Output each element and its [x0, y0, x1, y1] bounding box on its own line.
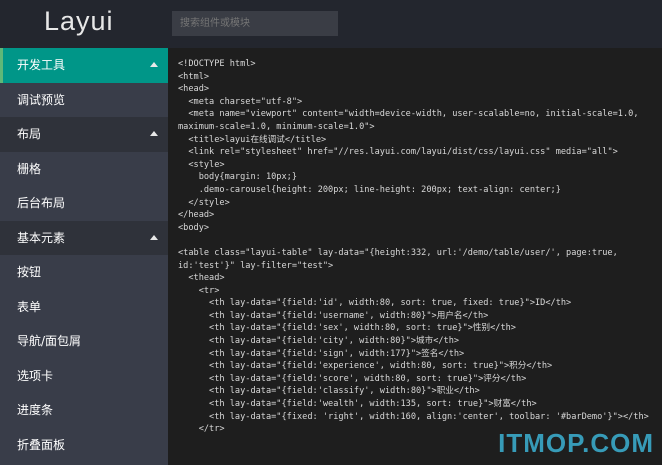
- sidebar-item-label: 开发工具: [17, 58, 66, 72]
- chevron-up-icon: [150, 131, 158, 136]
- chevron-up-icon: [150, 234, 158, 240]
- sidebar-item-label: 基本元素: [17, 230, 66, 245]
- app-logo[interactable]: Layui: [44, 6, 114, 37]
- sidebar-nav: 开发工具调试预览布局栅格后台布局基本元素按钮表单导航/面包屑 选项卡进度条折叠面板: [0, 48, 168, 465]
- sidebar-item-label: 调试预览: [17, 92, 66, 107]
- sidebar-item-label: 布局: [17, 127, 42, 141]
- site-watermark: ITMOP.COM: [498, 428, 654, 458]
- sidebar-item[interactable]: 折叠面板: [0, 428, 168, 463]
- sidebar-item[interactable]: 表单: [0, 290, 168, 325]
- code-editor[interactable]: <!DOCTYPE html> <html> <head> <meta char…: [168, 48, 662, 465]
- sidebar-item-label: 导航/面包屑: [17, 334, 82, 348]
- sidebar-item-label: 进度条: [17, 403, 54, 417]
- sidebar-item[interactable]: 调试预览: [0, 83, 168, 118]
- sidebar-section[interactable]: 开发工具: [0, 48, 168, 83]
- top-bar: Layui: [0, 0, 662, 48]
- sidebar-section[interactable]: 布局: [0, 117, 168, 152]
- sidebar-section[interactable]: 基本元素: [0, 220, 168, 255]
- search-input[interactable]: [172, 11, 338, 36]
- sidebar-item-label: 选项卡: [17, 368, 54, 383]
- sidebar-item-label: 折叠面板: [17, 437, 66, 452]
- sidebar-item[interactable]: 选项卡: [0, 359, 168, 394]
- chevron-up-icon: [150, 62, 158, 67]
- sidebar-item[interactable]: 后台布局: [0, 186, 168, 221]
- sidebar-item-label: 栅格: [17, 161, 42, 176]
- code-content[interactable]: <!DOCTYPE html> <html> <head> <meta char…: [168, 48, 662, 436]
- sidebar-item[interactable]: 进度条: [0, 393, 168, 428]
- sidebar-item-label: 表单: [17, 299, 42, 314]
- sidebar-item[interactable]: 导航/面包屑: [0, 324, 168, 359]
- sidebar-item[interactable]: 栅格: [0, 152, 168, 187]
- sidebar-item[interactable]: 按钮: [0, 255, 168, 290]
- sidebar-item-label: 按钮: [17, 265, 42, 279]
- sidebar-item-label: 后台布局: [17, 196, 66, 210]
